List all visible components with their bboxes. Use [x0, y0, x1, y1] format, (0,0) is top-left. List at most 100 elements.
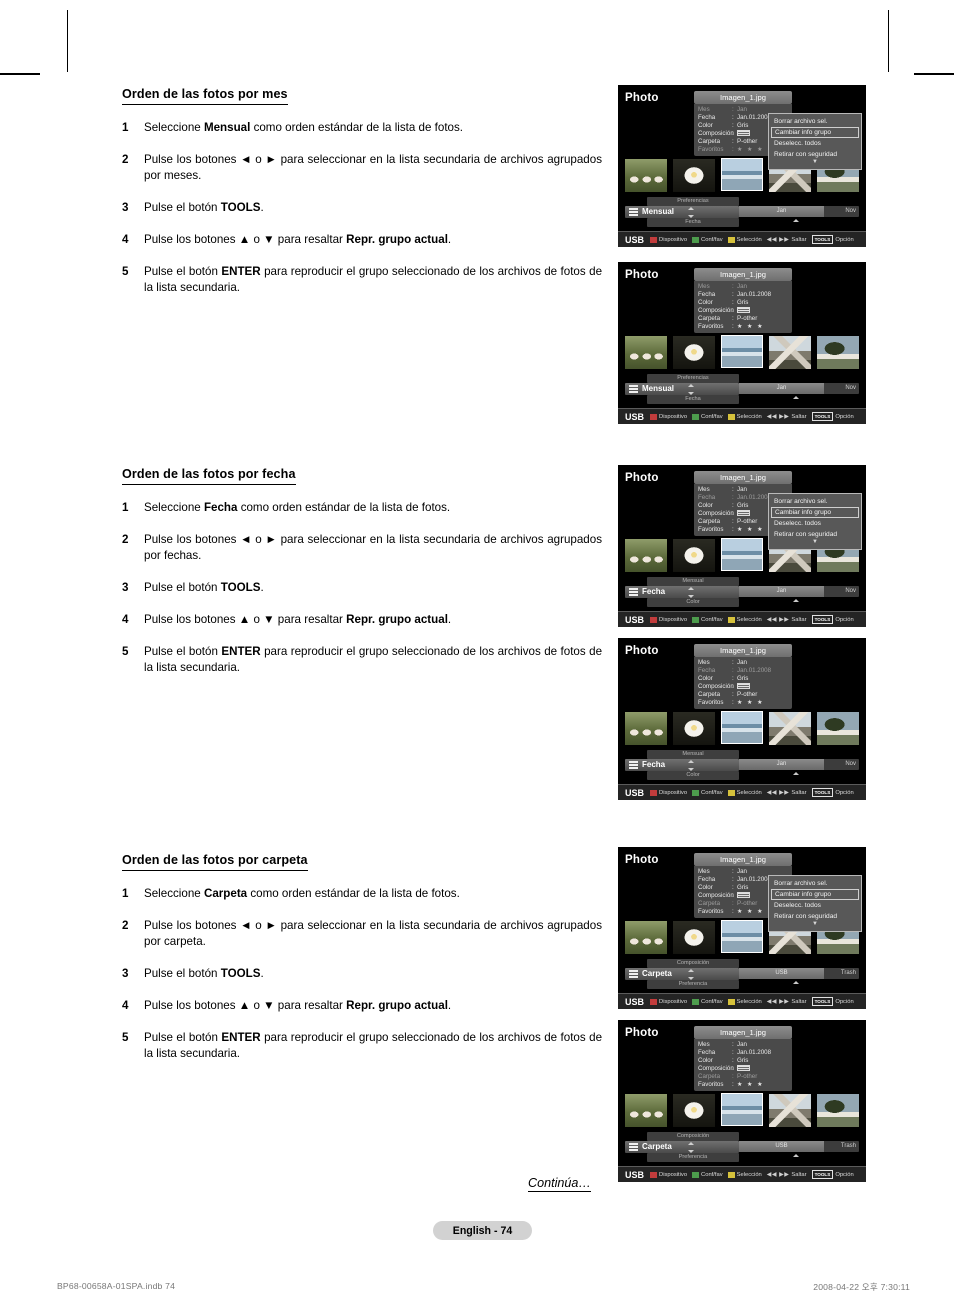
menu-scroll-down-icon[interactable]: ▼ — [771, 159, 859, 165]
sort-previous-option[interactable]: Composición — [647, 959, 739, 968]
sort-current-option[interactable]: Fecha — [625, 586, 739, 598]
info-key: Mes — [698, 659, 710, 666]
sort-current-option[interactable]: Mensual — [625, 206, 739, 218]
thumbnail-flower-photo[interactable] — [673, 712, 715, 745]
tools-key-icon: TOOLS — [811, 235, 834, 244]
tools-popup-menu[interactable]: Borrar archivo sel. Cambiar info grupo Des… — [768, 113, 862, 170]
info-key: Mes — [698, 283, 710, 290]
thumbnail-pigs-photo[interactable] — [625, 336, 667, 369]
sort-next-option[interactable]: Fecha — [647, 395, 739, 404]
file-name-bar: Imagen_1.jpg — [694, 268, 792, 281]
sort-previous-option[interactable]: Preferencias — [647, 374, 739, 383]
thumbnail-flower-photo[interactable] — [673, 336, 715, 369]
legend-entry: Dispositivo — [650, 616, 687, 623]
info-key: Fecha — [698, 291, 716, 299]
thumbnail-image — [769, 336, 811, 369]
sort-current-option[interactable]: Fecha — [625, 759, 739, 771]
thumbnail-flower-photo[interactable] — [673, 1094, 715, 1127]
thumbnail-sea-photo[interactable] — [721, 335, 763, 368]
thumbnail-pigs-photo[interactable] — [625, 921, 667, 954]
sort-next-option[interactable]: Preferencia — [647, 1153, 739, 1162]
group-scroll-bar[interactable]: Jan Nov — [739, 206, 859, 217]
thumbnail-sea-photo[interactable] — [721, 538, 763, 571]
group-scroll-bar[interactable]: Jan Nov — [739, 383, 859, 394]
thumbnail-sea-photo[interactable] — [721, 1093, 763, 1126]
menu-item[interactable]: Borrar archivo sel. — [771, 116, 859, 127]
legend-entry: Selección — [727, 616, 762, 623]
thumbnail-flower-photo[interactable] — [673, 159, 715, 192]
legend-label: Conf/fav — [701, 413, 723, 420]
group-current-label: Jan — [776, 761, 787, 767]
thumbnail-pigs-photo[interactable] — [625, 1094, 667, 1127]
composition-bars-icon — [737, 510, 750, 517]
thumbnail-tree-photo[interactable] — [817, 1094, 859, 1127]
thumbnail-flower-photo[interactable] — [673, 921, 715, 954]
menu-scroll-down-icon[interactable]: ▼ — [771, 921, 859, 927]
menu-item[interactable]: Cambiar info grupo — [771, 889, 859, 900]
sort-current-option[interactable]: Carpeta — [625, 968, 739, 980]
sort-current-option[interactable]: Mensual — [625, 383, 739, 395]
menu-item[interactable]: Deselecc. todos — [771, 518, 859, 529]
thumbnail-mountain-photo[interactable] — [769, 336, 811, 369]
photo-mode-label: Photo — [625, 92, 659, 104]
list-lines-icon — [629, 385, 638, 393]
legend-jump-label: Saltar — [791, 236, 807, 243]
info-row: Fecha: Jan.01.2008 — [698, 1049, 788, 1057]
step-number: 3 — [122, 966, 129, 980]
usb-source-label: USB — [625, 411, 645, 422]
color-key-icon — [650, 236, 658, 243]
thumbnail-mountain-photo[interactable] — [769, 1094, 811, 1127]
group-end-label: Nov — [845, 588, 856, 594]
sort-previous-option[interactable]: Mensual — [647, 577, 739, 586]
legend-jump-entry: ◀◀ ▶▶ Saltar — [767, 789, 807, 797]
thumbnail-flower-photo[interactable] — [673, 539, 715, 572]
tools-popup-menu[interactable]: Borrar archivo sel. Cambiar info grupo Des… — [768, 875, 862, 932]
sort-next-option[interactable]: Color — [647, 598, 739, 607]
instruction-step: 2 Pulse los botones ◄ o ► para selecciona… — [122, 532, 602, 564]
sort-previous-option[interactable]: Mensual — [647, 750, 739, 759]
thumbnail-sea-photo[interactable] — [721, 711, 763, 744]
thumbnail-tree-photo[interactable] — [817, 712, 859, 745]
sort-previous-option[interactable]: Preferencias — [647, 197, 739, 206]
info-value: Jan.01.2008 — [737, 667, 772, 675]
group-scroll-bar[interactable]: Jan Nov — [739, 759, 859, 770]
bottom-legend-bar: USB Dispositivo Conf/fav Selección ◀◀ ▶▶ Salt… — [618, 408, 866, 424]
tools-popup-menu[interactable]: Borrar archivo sel. Cambiar info grupo Des… — [768, 493, 862, 550]
group-scroll-bar[interactable]: USB Trash — [739, 1141, 859, 1152]
page-number-badge: English - 74 — [433, 1221, 532, 1240]
instruction-section: Orden de las fotos por mes 1 Seleccione Me… — [122, 85, 602, 312]
menu-item[interactable]: Borrar archivo sel. — [771, 496, 859, 507]
thumbnail-pigs-photo[interactable] — [625, 159, 667, 192]
menu-item[interactable]: Cambiar info grupo — [771, 127, 859, 138]
sort-next-option[interactable]: Color — [647, 771, 739, 780]
list-lines-icon — [629, 588, 638, 596]
sort-previous-option[interactable]: Composición — [647, 1132, 739, 1141]
menu-item[interactable]: Cambiar info grupo — [771, 507, 859, 518]
group-scroll-bar[interactable]: Jan Nov — [739, 586, 859, 597]
instruction-step: 4 Pulse los botones ▲ o ▼ para resaltar R… — [122, 998, 602, 1014]
tools-key-icon: TOOLS — [811, 788, 834, 797]
sort-next-option[interactable]: Preferencia — [647, 980, 739, 989]
menu-item[interactable]: Deselecc. todos — [771, 900, 859, 911]
sort-current-option[interactable]: Carpeta — [625, 1141, 739, 1153]
thumbnail-mountain-photo[interactable] — [769, 712, 811, 745]
info-key: Favoritos — [698, 699, 724, 707]
instruction-step: 2 Pulse los botones ◄ o ► para selecciona… — [122, 152, 602, 184]
thumbnail-pigs-photo[interactable] — [625, 712, 667, 745]
chevron-down-icon — [688, 595, 694, 598]
group-scroll-bar[interactable]: USB Trash — [739, 968, 859, 979]
file-name-bar: Imagen_1.jpg — [694, 853, 792, 866]
chevron-up-icon — [688, 383, 694, 387]
thumbnail-tree-photo[interactable] — [817, 336, 859, 369]
thumbnail-pigs-photo[interactable] — [625, 539, 667, 572]
color-key-icon — [727, 616, 735, 623]
step-number: 3 — [122, 580, 129, 594]
menu-scroll-down-icon[interactable]: ▼ — [771, 539, 859, 545]
menu-item[interactable]: Borrar archivo sel. — [771, 878, 859, 889]
info-row: Composición: — [698, 1065, 788, 1073]
menu-item[interactable]: Deselecc. todos — [771, 138, 859, 149]
sort-next-option[interactable]: Fecha — [647, 218, 739, 227]
info-key: Color — [698, 299, 713, 307]
thumbnail-sea-photo[interactable] — [721, 920, 763, 953]
thumbnail-sea-photo[interactable] — [721, 158, 763, 191]
